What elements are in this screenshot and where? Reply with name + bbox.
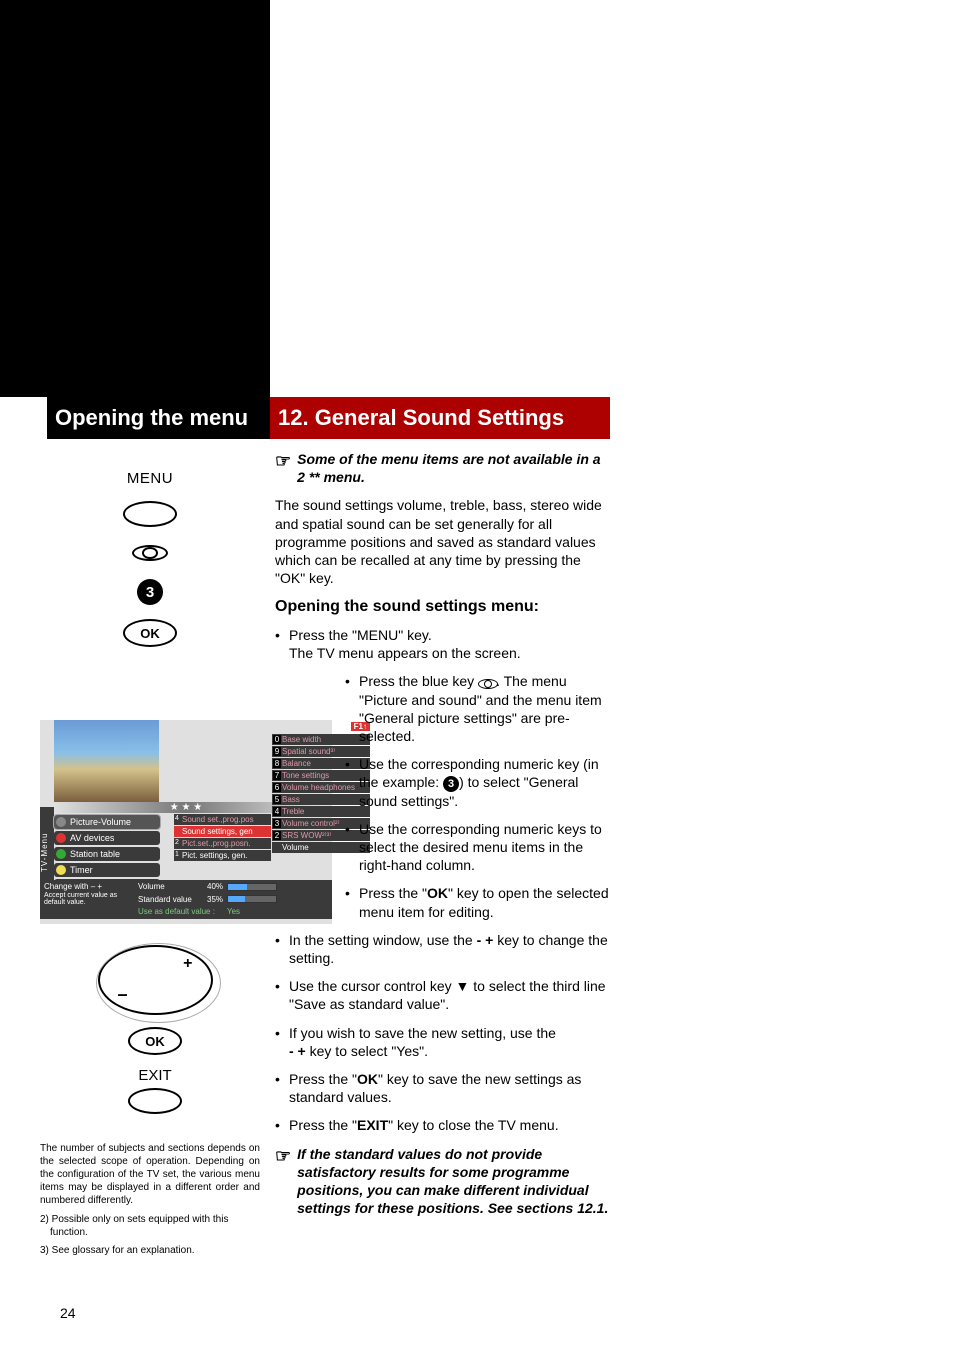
menu-label: MENU xyxy=(127,470,173,487)
tv-use-value: Yes xyxy=(227,907,240,916)
body-text: ☞ Some of the menu items are not availab… xyxy=(275,450,610,1227)
header-row: Opening the menu 12. General Sound Setti… xyxy=(0,397,954,439)
li-blue: Press the blue key . The menu "Picture a… xyxy=(345,672,610,745)
subhead: Opening the sound settings menu: xyxy=(275,597,610,618)
note-2: ☞ If the standard values do not provide … xyxy=(275,1145,610,1218)
minus-icon: – xyxy=(118,984,128,1005)
tv-std-bar xyxy=(227,895,277,903)
li-exit: Press the "EXIT" key to close the TV men… xyxy=(275,1116,610,1134)
li-numeric2: Use the corresponding numeric keys to se… xyxy=(345,820,610,875)
note-1-text: Some of the menu items are not available… xyxy=(297,450,610,486)
plus-icon: + xyxy=(183,955,192,973)
plus-minus-oval: + – xyxy=(98,945,213,1015)
tv-std-label: Standard value xyxy=(138,895,203,904)
note-2-text: If the standard values do not provide sa… xyxy=(297,1145,610,1218)
eye-icon xyxy=(132,541,168,565)
tv-vol-label: Volume xyxy=(138,882,203,891)
li-press-menu: Press the "MENU" key. The TV menu appear… xyxy=(275,626,610,662)
menu-key-graphic xyxy=(123,501,177,527)
tv-menu-photo xyxy=(54,720,159,802)
li-numeric: Use the corresponding numeric key (in th… xyxy=(345,755,610,810)
tv-use-label: Use as default value : xyxy=(138,907,223,916)
control-graphic: + – OK EXIT xyxy=(90,945,220,1114)
ok-key-graphic-1: OK xyxy=(123,619,177,647)
ok-key-graphic-2: OK xyxy=(128,1027,182,1055)
exit-label: EXIT xyxy=(90,1067,220,1084)
tv-main-item: AV devices xyxy=(54,831,160,845)
hand-icon: ☞ xyxy=(275,1145,291,1218)
footnote-3: 3) See glossary for an explanation. xyxy=(40,1244,260,1257)
tv-sub-item: 2Pict.set.,prog.posn. xyxy=(174,838,271,849)
tv-vol-value: 40% xyxy=(207,882,223,891)
exit-key-graphic xyxy=(128,1088,182,1114)
tv-sub-col: 4Sound set.,prog.pos Sound settings, gen… xyxy=(174,814,271,862)
num-badge-3: 3 xyxy=(137,579,163,605)
indented-list: Press the blue key . The menu "Picture a… xyxy=(345,672,610,920)
hand-icon: ☞ xyxy=(275,450,291,486)
left-column: MENU 3 OK xyxy=(40,450,260,647)
tv-sub-item: 1Pict. settings, gen. xyxy=(174,850,271,861)
tv-change-label: Change with – + xyxy=(44,882,134,891)
li-cursor: Use the cursor control key ▼ to select t… xyxy=(275,977,610,1013)
bullet-icon xyxy=(56,865,66,875)
tv-main-item: Station table xyxy=(54,847,160,861)
li-yes: If you wish to save the new setting, use… xyxy=(275,1024,610,1060)
bullet-icon xyxy=(56,849,66,859)
tv-vol-bar xyxy=(227,883,277,891)
body-para-1: The sound settings volume, treble, bass,… xyxy=(275,496,610,587)
header-left: Opening the menu xyxy=(47,397,270,439)
footnotes: The number of subjects and sections depe… xyxy=(40,1142,260,1262)
num-badge-inline: 3 xyxy=(443,776,459,792)
tv-main-item: Picture-Volume xyxy=(54,815,160,829)
icon-stack: MENU 3 OK xyxy=(40,470,260,647)
li-setting: In the setting window, use the - + key t… xyxy=(275,931,610,967)
tv-std-value: 35% xyxy=(207,895,223,904)
eye-icon-inline xyxy=(478,677,496,689)
li-ok1: Press the "OK" key to open the selected … xyxy=(345,884,610,920)
bullet-icon xyxy=(56,833,66,843)
page-number: 24 xyxy=(60,1305,76,1321)
bullet-icon xyxy=(56,817,66,827)
tv-main-item: Timer xyxy=(54,863,160,877)
tv-sub-item: Sound settings, gen xyxy=(174,826,271,837)
top-black-bar xyxy=(0,0,270,397)
note-1: ☞ Some of the menu items are not availab… xyxy=(275,450,610,486)
header-right: 12. General Sound Settings xyxy=(270,397,610,439)
tv-accept-label: Accept current value as default value. xyxy=(44,892,134,906)
footnote-para: The number of subjects and sections depe… xyxy=(40,1142,260,1207)
li-ok2: Press the "OK" key to save the new setti… xyxy=(275,1070,610,1106)
tv-sub-item: 4Sound set.,prog.pos xyxy=(174,814,271,825)
footnote-2: 2) Possible only on sets equipped with t… xyxy=(40,1213,260,1239)
